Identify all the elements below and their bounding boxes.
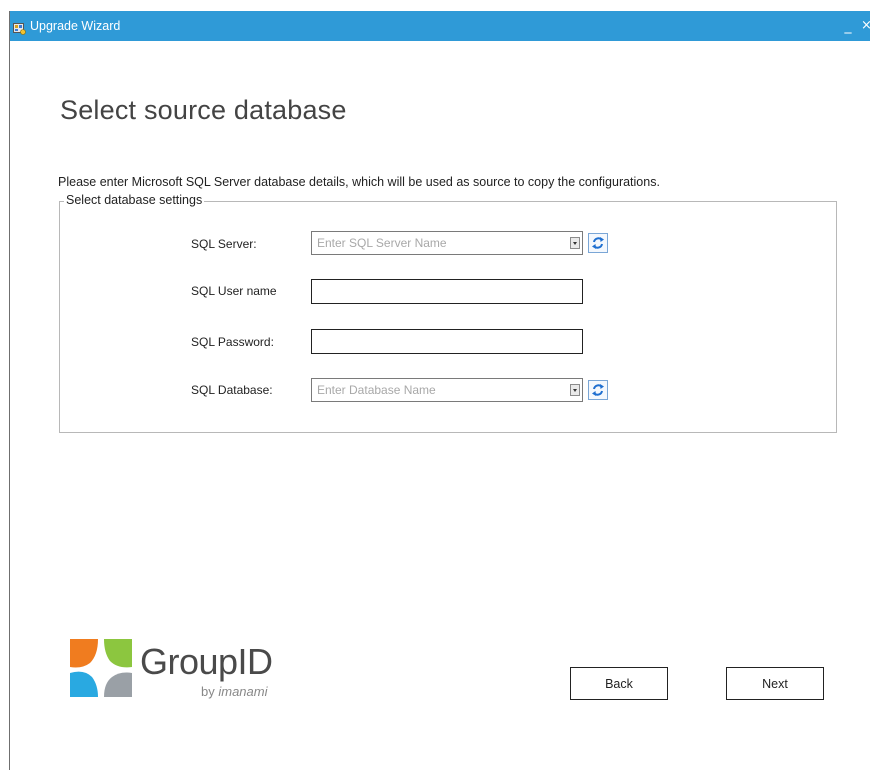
dropdown-arrow-icon[interactable] [570, 384, 580, 396]
next-button[interactable]: Next [726, 667, 824, 700]
sql-database-label: SQL Database: [191, 383, 273, 397]
sql-database-input[interactable] [312, 379, 568, 401]
back-button[interactable]: Back [570, 667, 668, 700]
sql-password-label: SQL Password: [191, 335, 274, 349]
title-bar[interactable]: Upgrade Wizard _ × [10, 11, 870, 41]
page-title: Select source database [60, 95, 347, 125]
logo-company: imanami [218, 684, 268, 699]
refresh-icon [592, 237, 604, 249]
sql-server-label: SQL Server: [191, 237, 257, 251]
sql-username-label: SQL User name [191, 284, 277, 298]
instruction-text: Please enter Microsoft SQL Server databa… [58, 175, 660, 189]
app-icon [13, 20, 26, 35]
logo-byline: by imanami [201, 684, 267, 699]
window-title: Upgrade Wizard [30, 19, 121, 33]
logo-wordmark: GroupID [140, 641, 273, 682]
sql-database-combobox[interactable] [311, 378, 583, 402]
sql-database-refresh-button[interactable] [588, 380, 608, 400]
sql-server-refresh-button[interactable] [588, 233, 608, 253]
dropdown-arrow-icon[interactable] [570, 237, 580, 249]
sql-server-input[interactable] [312, 232, 568, 254]
sql-password-input[interactable] [311, 329, 583, 354]
refresh-icon [592, 384, 604, 396]
groupid-logo-icon [68, 637, 134, 703]
close-button[interactable]: × [861, 17, 870, 35]
database-settings-legend: Select database settings [64, 193, 205, 207]
minimize-button[interactable]: _ [842, 17, 854, 35]
sql-server-combobox[interactable] [311, 231, 583, 255]
upgrade-wizard-window: Upgrade Wizard _ × Select source databas… [9, 11, 870, 770]
logo-by: by [201, 684, 215, 699]
sql-username-input[interactable] [311, 279, 583, 304]
